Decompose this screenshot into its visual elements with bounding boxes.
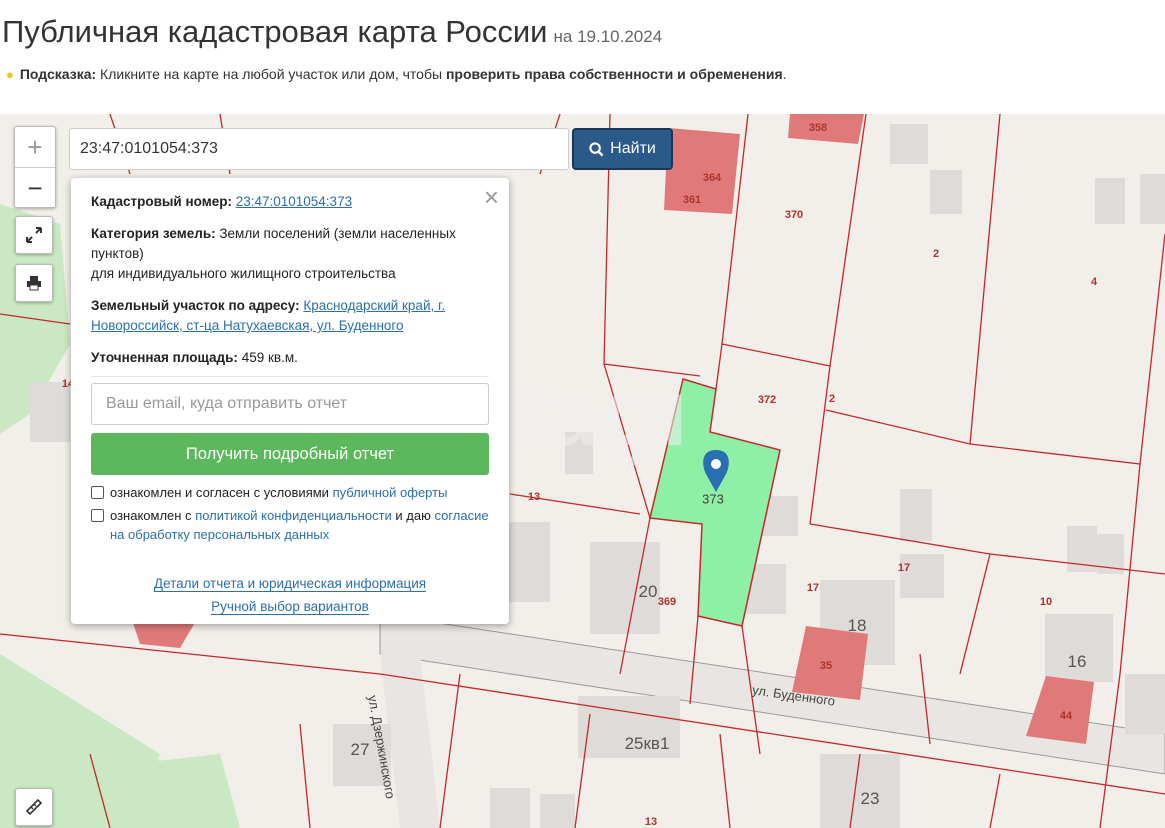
zoom-control: + − xyxy=(14,126,56,208)
consent-privacy-label: ознакомлен с xyxy=(110,508,196,523)
expand-icon xyxy=(26,227,42,243)
privacy-checkbox[interactable] xyxy=(91,509,104,522)
fullscreen-button[interactable] xyxy=(15,216,53,254)
offer-checkbox[interactable] xyxy=(91,486,104,499)
consent-privacy-text: ознакомлен с политикой конфиденциальност… xyxy=(110,506,489,544)
map-parcel-label: 13 xyxy=(644,816,658,828)
map-parcel-label: 23 xyxy=(860,789,880,808)
map-parcel-label: 17 xyxy=(897,562,911,574)
hint-text-end: . xyxy=(782,66,787,82)
manual-selection-link[interactable]: Ручной выбор вариантов xyxy=(211,599,369,615)
address-row: Земельный участок по адресу: Краснодарск… xyxy=(91,296,489,336)
building xyxy=(930,170,962,214)
consent-privacy-label2: и даю xyxy=(391,508,435,523)
consent-offer-row: ознакомлен и согласен с условиями публич… xyxy=(91,483,489,502)
building xyxy=(1125,674,1165,734)
cadastral-number-row: Кадастровый номер: 23:47:0101054:373 xyxy=(91,192,489,212)
page-title-text: Публичная кадастровая карта России xyxy=(2,14,548,49)
category-use: для индивидуального жилищного строительс… xyxy=(91,266,396,281)
map-parcel-label: 10 xyxy=(1039,596,1053,608)
get-report-button[interactable]: Получить подробный отчет xyxy=(91,433,489,475)
map-parcel-label: 18 xyxy=(847,616,867,635)
consent-offer-label: ознакомлен и согласен с условиями xyxy=(110,485,333,500)
area-unit: кв.м. xyxy=(267,350,298,365)
map-parcel-label: 361 xyxy=(682,194,702,206)
map-parcel-label: 4 xyxy=(1090,276,1098,288)
zoom-in-button[interactable]: + xyxy=(15,127,55,168)
area-value: 459 xyxy=(241,350,265,365)
report-details-link[interactable]: Детали отчета и юридическая информация xyxy=(153,576,427,592)
page-title-date: на 19.10.2024 xyxy=(553,27,663,46)
search-button[interactable]: Найти xyxy=(572,128,673,170)
building xyxy=(900,489,932,541)
building xyxy=(1095,178,1125,224)
popup-links: Детали отчета и юридическая информация Р… xyxy=(91,572,489,618)
land-category-row: Категория земель: Земли поселений (земли… xyxy=(91,224,489,284)
building xyxy=(890,124,928,164)
map-parcel-label: 17 xyxy=(806,582,820,594)
zoom-out-button[interactable]: − xyxy=(15,168,55,208)
map-parcel-label: 35 xyxy=(819,660,833,672)
map-parcel-label: 16 xyxy=(1067,652,1087,671)
offer-link[interactable]: публичной оферты xyxy=(333,485,448,500)
page-title: Публичная кадастровая карта России на 19.… xyxy=(2,14,662,50)
privacy-policy-link[interactable]: политикой конфиденциальности xyxy=(195,508,392,523)
map-parcel-label: 20 xyxy=(638,582,658,601)
map-parcel-label: 13 xyxy=(527,491,541,503)
building xyxy=(900,554,944,598)
close-icon[interactable]: × xyxy=(484,182,499,212)
ruler-button[interactable] xyxy=(15,788,53,826)
building xyxy=(540,794,575,828)
building xyxy=(490,788,530,828)
map-parcel-label: 369 xyxy=(657,596,677,608)
map-parcel-label: 27 xyxy=(350,740,370,759)
map-parcel-label: 2 xyxy=(932,248,940,260)
address-label: Земельный участок по адресу: xyxy=(91,298,300,313)
parcel-info-popup: × Кадастровый номер: 23:47:0101054:373 К… xyxy=(71,178,509,624)
ruler-icon xyxy=(25,798,43,816)
print-button[interactable] xyxy=(15,264,53,302)
map-parcel-label: 2 xyxy=(828,393,836,405)
hint-label: Подсказка: xyxy=(19,66,97,82)
map-parcel-label: 373 xyxy=(702,491,724,507)
hint-text: Кликните на карте на любой участок или д… xyxy=(96,66,446,82)
cadastral-search-input[interactable]: 23:47:0101054:373 xyxy=(69,128,569,170)
consent-privacy-row: ознакомлен с политикой конфиденциальност… xyxy=(91,506,489,544)
lightbulb-icon: ● xyxy=(6,67,14,82)
printer-icon xyxy=(27,276,41,291)
cadastral-number-link[interactable]: 23:47:0101054:373 xyxy=(236,194,352,209)
area-label: Уточненная площадь: xyxy=(91,350,238,365)
cadastral-map[interactable]: etagi 364 361 358 370 2 4 372 2 373 13 17 17 10 20 369… xyxy=(0,114,1165,828)
area-row: Уточненная площадь: 459 кв.м. xyxy=(91,348,489,368)
consent-offer-text: ознакомлен и согласен с условиями публич… xyxy=(110,483,447,502)
email-input[interactable]: Ваш email, куда отправить отчет xyxy=(91,383,489,425)
divider xyxy=(91,376,489,377)
map-parcel-label: 372 xyxy=(757,394,777,406)
map-parcel-label: 364 xyxy=(702,172,722,184)
building-red xyxy=(664,128,740,214)
search-icon xyxy=(589,141,604,156)
category-label: Категория земель: xyxy=(91,226,216,241)
hint-line: ● Подсказка: Кликните на карте на любой у… xyxy=(6,66,787,82)
map-parcel-label: 25кв1 xyxy=(624,734,670,753)
map-parcel-label: 358 xyxy=(808,122,828,134)
map-parcel-label: 44 xyxy=(1059,710,1073,722)
search-button-label: Найти xyxy=(610,140,656,157)
map-parcel-label: 370 xyxy=(784,209,804,221)
building xyxy=(30,382,70,442)
hint-bold-text: проверить права собственности и обремене… xyxy=(445,66,783,82)
building xyxy=(1140,174,1165,224)
cadastral-label: Кадастровый номер: xyxy=(91,194,232,209)
